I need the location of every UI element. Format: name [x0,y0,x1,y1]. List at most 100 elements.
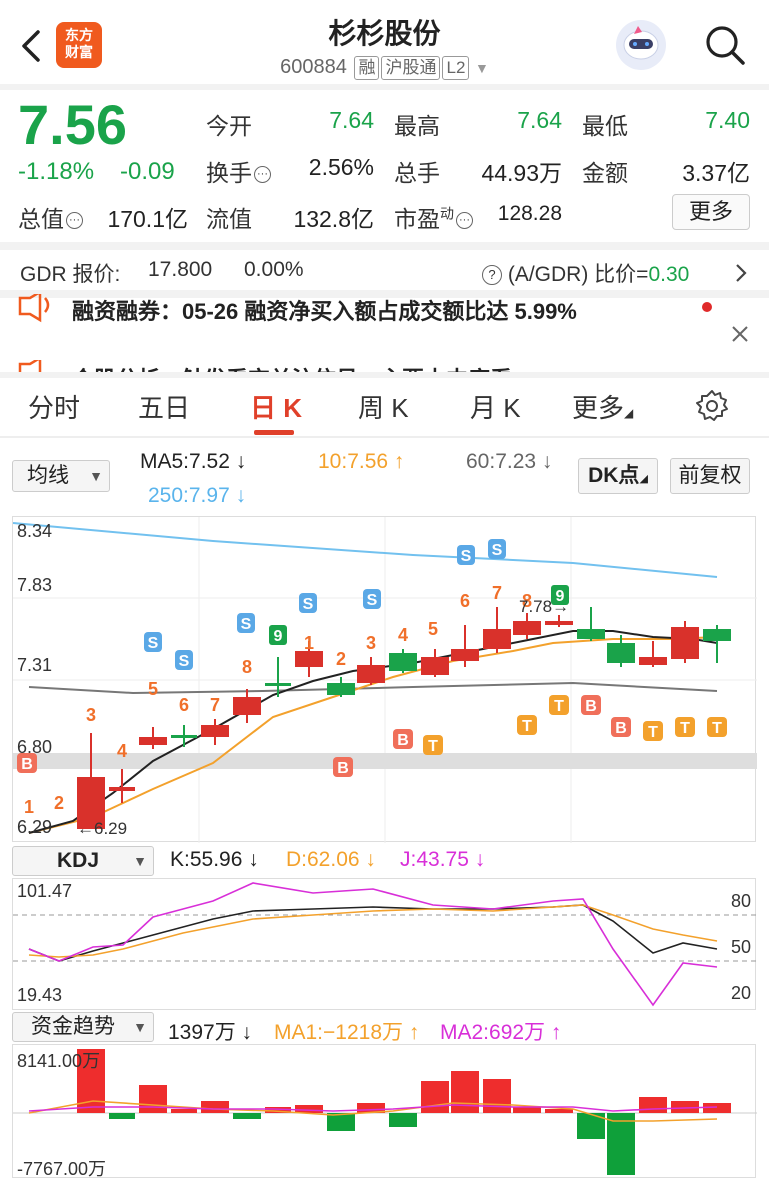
period-tabs: 分时 五日 日 K 周 K 月 K 更多◢ [0,378,769,435]
capital-value: 1397万 ↓ [168,1021,253,1044]
kdj-d-value: D:62.06 [286,848,360,871]
float-cap-value: 132.8亿 [293,206,374,232]
info-icon[interactable]: ··· [66,212,83,229]
svg-text:S: S [179,653,190,670]
stock-code: 600884 [280,56,347,78]
tag-margin: 融 [354,56,380,80]
svg-text:T: T [712,720,722,737]
gdr-ratio-value: 0.30 [648,263,690,286]
svg-text:S: S [303,596,314,613]
ma-selector-label: 均线 [27,464,69,487]
tab-weekly-k[interactable]: 周 K [358,388,409,425]
caret-down-icon: ▼ [89,468,103,484]
volume-value: 44.93万 [481,160,562,186]
capital-bars [77,1049,731,1175]
help-icon[interactable]: ? [482,265,502,285]
kdj-selector[interactable]: KDJ ▼ [12,846,154,876]
change-percent: -1.18% [18,158,95,185]
capital-svg [13,1049,757,1175]
high-label: 最高 [394,113,440,139]
tab-intraday[interactable]: 分时 [28,388,80,425]
svg-text:1: 1 [304,633,314,653]
market-cap-label: 总值 ··· [18,200,83,234]
capital-ma1-value: MA1:−1218万 [274,1021,403,1044]
info-icon[interactable]: ··· [456,212,473,229]
kline-chart[interactable]: S S S S S S S B B B B B T T T T T T 9 9 … [12,516,757,843]
svg-text:T: T [680,720,690,737]
y-tick: 7.31 [17,655,53,675]
info-icon[interactable]: ··· [254,166,271,183]
tab-more[interactable]: 更多◢ [572,388,633,425]
caret-icon: ◢ [624,406,634,420]
y-tick: 8.34 [17,521,53,541]
tag-connect: 沪股通 [381,56,441,80]
y-tick: 7.83 [17,575,53,595]
svg-text:B: B [397,732,409,749]
svg-text:1: 1 [24,797,34,817]
chevron-right-icon[interactable] [734,262,748,284]
gdr-label: GDR 报价: [20,263,121,286]
ma10-legend: 10:7.56 ↑ [318,450,405,473]
kdj-tick-80: 80 [731,891,752,911]
market-cap-value: 170.1亿 [107,206,188,232]
kline-svg: S S S S S S S B B B B B T T T T T T 9 9 … [12,517,757,843]
search-icon[interactable] [704,24,746,66]
gdr-percent: 0.00% [244,258,304,281]
settings-gear-icon[interactable] [694,388,730,424]
market-cap-label-text: 总值 [18,206,64,232]
top-bar: 东方财富 杉杉股份 600884 融沪股通 L2 ▼ [0,0,769,90]
dk-point-button[interactable]: DK点◢ [578,458,658,494]
amount-label: 金额 [582,160,628,186]
ma250-value: 250:7.97 [148,484,230,507]
svg-text:3: 3 [366,633,376,653]
svg-text:6: 6 [460,591,470,611]
tab-monthly-k[interactable]: 月 K [470,388,521,425]
low-label: 最低 [582,113,628,139]
more-button[interactable]: 更多 [672,194,750,230]
kdj-svg [13,882,757,1007]
svg-text:S: S [367,592,378,609]
news-item[interactable]: 个股分析：触发看空关注信号，主要由中度看 [0,358,769,372]
chevron-down-icon[interactable]: ▼ [475,60,489,76]
assistant-robot-icon[interactable] [616,20,666,70]
svg-text:B: B [585,698,597,715]
adjust-button[interactable]: 前复权 [670,458,750,494]
svg-text:T: T [428,738,438,755]
svg-text:5: 5 [148,679,158,699]
ma-selector[interactable]: 均线 ▼ [12,460,110,492]
min-price-value: 6.29 [94,819,128,838]
gdr-price: 17.800 [148,258,213,281]
j-line [28,882,718,1007]
pe-label-text: 市盈 [394,206,440,232]
capital-ma1: MA1:−1218万 ↑ [274,1021,420,1044]
gdr-ratio[interactable]: ? (A/GDR) 比价=0.30 [480,258,689,288]
svg-text:S: S [461,548,472,565]
news-item[interactable]: 融资融券：05-26 融资净买入额占成交额比达 5.99% [0,294,769,328]
gdr-ratio-label: (A/GDR) 比价= [507,263,649,286]
svg-text:7: 7 [210,695,220,715]
y-tick: 6.29 [17,817,53,837]
ma250-legend: 250:7.97 ↓ [148,484,247,507]
ma60-legend: 60:7.23 ↓ [466,450,553,473]
capital-y-top: 8141.00万 [17,1051,101,1071]
tab-daily-k[interactable]: 日 K [250,388,302,425]
close-icon[interactable] [730,324,750,344]
capital-chart: 8141.00万 -7767.00万 [12,1044,757,1179]
svg-text:B: B [21,756,33,773]
open-label: 今开 [206,113,252,139]
kdj-k-value: K:55.96 [170,848,243,871]
ma60-value: 60:7.23 [466,450,537,473]
ma10-value: 10:7.56 [318,450,389,473]
turnover-label-text: 换手 [206,160,252,186]
tab-five-day[interactable]: 五日 [138,388,190,425]
kdj-k: K:55.96 ↓ [170,848,259,871]
divider [0,436,769,438]
svg-text:2: 2 [54,793,64,813]
low-value: 7.40 [705,107,750,133]
turnover-value: 2.56% [308,154,374,180]
capital-selector[interactable]: 资金趋势 ▼ [12,1012,154,1042]
caret-down-icon: ▼ [133,1019,147,1035]
active-tab-indicator [254,430,294,435]
svg-text:8: 8 [242,657,252,677]
volume-label: 总手 [394,160,440,186]
